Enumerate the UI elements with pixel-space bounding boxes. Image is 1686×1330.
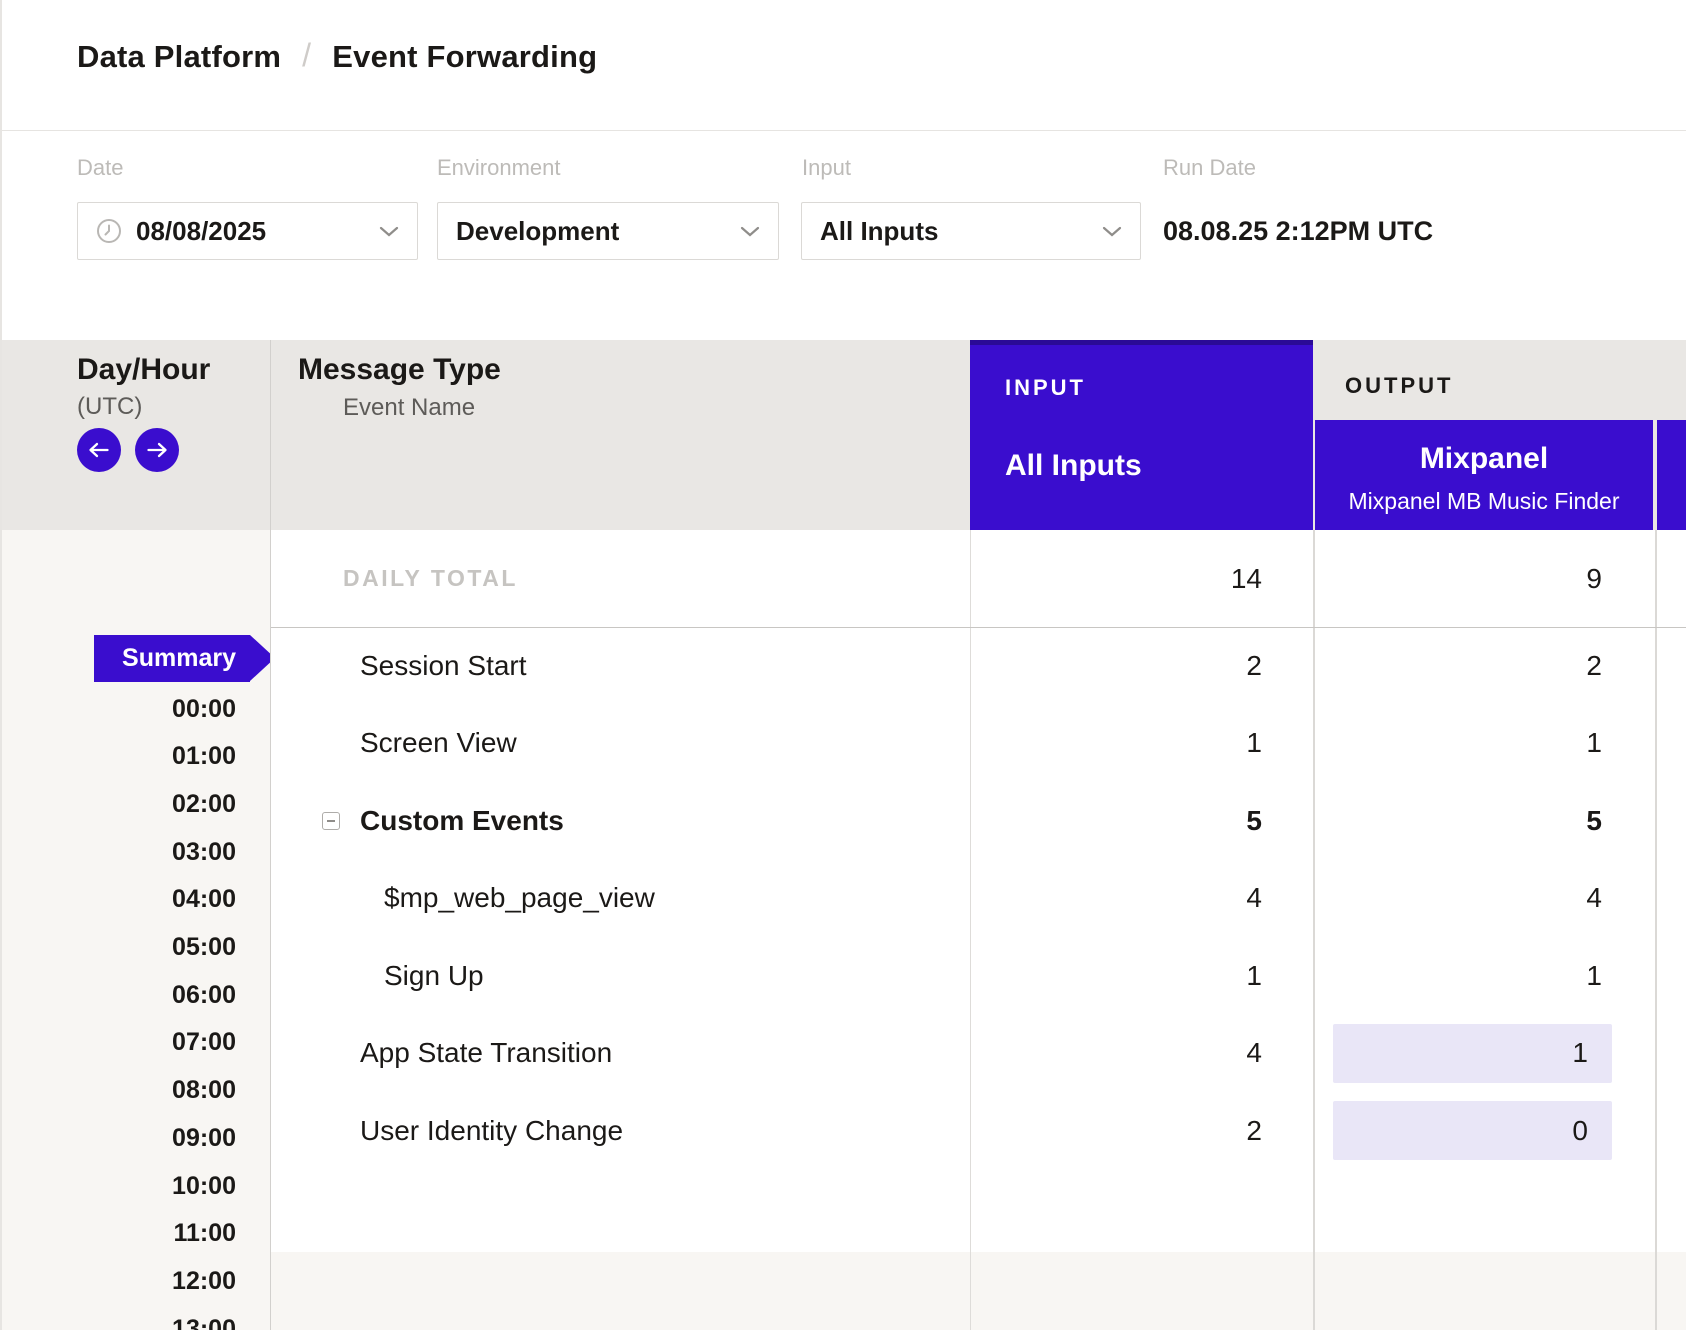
input-label: Input [802, 155, 851, 181]
input-count-cell[interactable]: 4 [970, 1015, 1262, 1093]
hour-label[interactable]: 02:00 [0, 780, 236, 828]
hour-label[interactable]: 00:00 [0, 685, 236, 733]
hour-label[interactable]: 03:00 [0, 828, 236, 876]
next-output-column-partial[interactable] [1657, 420, 1686, 530]
event-name-subtitle: Event Name [343, 394, 475, 422]
breadcrumb-section[interactable]: Data Platform [77, 39, 281, 75]
filter-bar: Date Environment Input Run Date 08/08/20… [0, 131, 1686, 340]
column-divider [1313, 530, 1315, 1330]
hour-label[interactable]: 09:00 [0, 1114, 236, 1162]
daily-total-output-value[interactable]: 9 [1315, 530, 1602, 627]
date-label: Date [77, 155, 123, 181]
summary-label: Summary [122, 644, 236, 673]
page-left-border [0, 0, 2, 1330]
hour-label[interactable]: 12:00 [0, 1257, 236, 1305]
event-name-label[interactable]: User Identity Change [360, 1092, 623, 1170]
input-column-name: All Inputs [1005, 449, 1313, 483]
hour-label[interactable]: 10:00 [0, 1162, 236, 1210]
event-name-label[interactable]: Screen View [360, 705, 517, 783]
daily-total-input-value[interactable]: 14 [970, 530, 1262, 627]
clock-icon [96, 218, 122, 244]
output-count-cell[interactable]: 1 [1315, 705, 1602, 783]
event-name-label[interactable]: Sign Up [384, 937, 484, 1015]
output-column-subtitle: Mixpanel MB Music Finder [1315, 488, 1653, 515]
hour-label[interactable]: 04:00 [0, 876, 236, 924]
arrow-right-icon [146, 442, 168, 458]
collapse-minus-icon[interactable] [322, 812, 340, 830]
event-name-label[interactable]: $mp_web_page_view [384, 860, 655, 938]
page-title: Event Forwarding [332, 39, 597, 75]
output-count-cell-highlighted[interactable]: 0 [1333, 1101, 1612, 1160]
input-count-cell[interactable]: 2 [970, 627, 1262, 705]
table-footer-area [270, 1252, 1686, 1330]
hour-label[interactable]: 01:00 [0, 733, 236, 781]
input-column-header[interactable]: INPUT All Inputs [970, 335, 1313, 530]
run-date-label: Run Date [1163, 155, 1256, 181]
previous-day-button[interactable] [77, 428, 121, 472]
chevron-down-icon [1102, 226, 1122, 237]
daily-total-divider [271, 627, 1686, 628]
date-dropdown[interactable]: 08/08/2025 [77, 202, 418, 260]
chevron-down-icon [379, 226, 399, 237]
column-divider [270, 340, 271, 1330]
input-count-cell[interactable]: 1 [970, 937, 1262, 1015]
output-count-cell[interactable]: 2 [1315, 627, 1602, 705]
day-hour-title: Day/Hour [77, 353, 210, 387]
date-value: 08/08/2025 [136, 216, 266, 247]
breadcrumb: Data Platform / Event Forwarding [77, 38, 597, 75]
hour-sidebar: Summary 00:0001:0002:0003:0004:0005:0006… [0, 530, 270, 1330]
event-name-label[interactable]: Session Start [360, 627, 527, 705]
input-count-cell[interactable]: 5 [970, 782, 1262, 860]
arrow-left-icon [88, 442, 110, 458]
top-bar: Data Platform / Event Forwarding [0, 0, 1686, 131]
output-count-cell-highlighted[interactable]: 1 [1333, 1024, 1612, 1083]
hour-label[interactable]: 11:00 [0, 1210, 236, 1258]
hour-label[interactable]: 06:00 [0, 971, 236, 1019]
output-column-name: Mixpanel [1315, 442, 1653, 476]
daily-total-label: DAILY TOTAL [343, 530, 518, 627]
day-hour-timezone: (UTC) [77, 393, 142, 421]
hour-label[interactable]: 08:00 [0, 1067, 236, 1115]
column-divider [970, 530, 971, 1330]
input-value: All Inputs [820, 216, 938, 247]
output-count-cell[interactable]: 1 [1315, 937, 1602, 1015]
output-section-label: OUTPUT [1345, 373, 1453, 399]
output-count-cell[interactable]: 4 [1315, 860, 1602, 938]
hour-label[interactable]: 13:00 [0, 1305, 236, 1330]
environment-label: Environment [437, 155, 561, 181]
chevron-down-icon [740, 226, 760, 237]
output-count-cell[interactable]: 5 [1315, 782, 1602, 860]
message-type-title: Message Type [298, 353, 501, 387]
output-column-header-mixpanel[interactable]: Mixpanel Mixpanel MB Music Finder [1315, 420, 1653, 530]
breadcrumb-separator: / [302, 37, 311, 74]
event-name-label[interactable]: App State Transition [360, 1015, 612, 1093]
input-count-cell[interactable]: 1 [970, 705, 1262, 783]
input-section-label: INPUT [1005, 375, 1313, 401]
day-navigation [77, 428, 179, 472]
hour-label[interactable]: 05:00 [0, 924, 236, 972]
input-dropdown[interactable]: All Inputs [801, 202, 1141, 260]
input-count-cell[interactable]: 2 [970, 1092, 1262, 1170]
column-divider [1655, 530, 1657, 1330]
next-day-button[interactable] [135, 428, 179, 472]
event-forwarding-page: Data Platform / Event Forwarding Date En… [0, 0, 1686, 1330]
event-name-label[interactable]: Custom Events [360, 782, 564, 860]
environment-value: Development [456, 216, 619, 247]
summary-badge[interactable]: Summary [94, 635, 250, 682]
run-date-value: 08.08.25 2:12PM UTC [1163, 202, 1433, 260]
environment-dropdown[interactable]: Development [437, 202, 779, 260]
hour-label[interactable]: 07:00 [0, 1019, 236, 1067]
input-count-cell[interactable]: 4 [970, 860, 1262, 938]
